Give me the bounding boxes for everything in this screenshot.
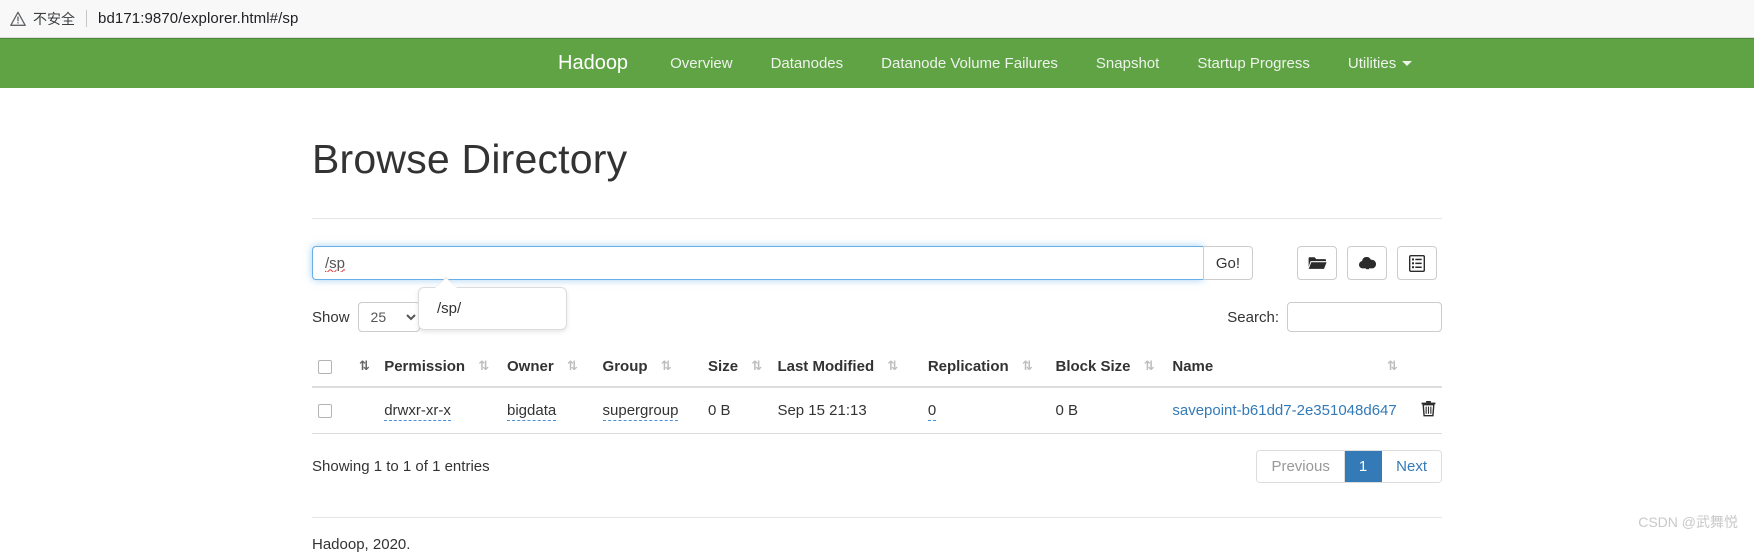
column-name-label: Name [1172, 358, 1214, 375]
column-last-modified-label: Last Modified [777, 358, 875, 375]
directory-listing-table: ⇅ Permission ⇅ Owner ⇅ Group ⇅ Size ⇅ La… [312, 350, 1442, 434]
pagination-next[interactable]: Next [1382, 451, 1441, 482]
sort-icon: ⇅ [751, 358, 762, 373]
file-name-link[interactable]: savepoint-b61dd7-2e351048d647 [1172, 402, 1396, 419]
nav-item-datanodes[interactable]: Datanodes [771, 55, 844, 72]
column-actions [1402, 350, 1442, 388]
table-header-row: ⇅ Permission ⇅ Owner ⇅ Group ⇅ Size ⇅ La… [312, 350, 1442, 388]
nav-item-utilities-label: Utilities [1347, 55, 1397, 72]
search-control: Search: [1227, 302, 1442, 332]
trash-icon [1421, 401, 1436, 420]
sort-icon: ⇅ [1386, 358, 1398, 373]
select-all-checkbox[interactable] [318, 360, 332, 375]
row-block-size-cell: 0 B [1049, 387, 1167, 434]
watermark-label: CSDN @武舞悦 [1638, 514, 1738, 530]
pagination-page-1[interactable]: 1 [1344, 451, 1383, 482]
main-navbar: Hadoop Overview Datanodes Datanode Volum… [0, 38, 1754, 88]
search-input[interactable] [1287, 302, 1442, 332]
nav-item-startup-progress[interactable]: Startup Progress [1197, 55, 1310, 72]
column-block-size[interactable]: Block Size ⇅ [1049, 350, 1167, 388]
sort-icon: ⇅ [660, 358, 672, 373]
footer-divider [312, 517, 1442, 518]
row-flags-cell [343, 387, 379, 434]
new-directory-button[interactable] [1297, 246, 1337, 280]
title-divider [312, 218, 1442, 219]
row-permission-cell: drwxr-xr-x [378, 387, 501, 434]
folder-open-icon [1308, 255, 1327, 271]
not-secure-label: 不安全 [33, 10, 75, 27]
sort-icon: ⇅ [1021, 358, 1033, 373]
table-body: drwxr-xr-x bigdata supergroup 0 B Sep 15… [312, 387, 1442, 434]
column-owner-label: Owner [507, 358, 554, 375]
column-select-all [312, 350, 344, 388]
footer-copyright: Hadoop, 2020. [312, 536, 411, 553]
nav-item-overview[interactable]: Overview [670, 55, 733, 72]
show-entries-select[interactable]: 25 50 100 [357, 302, 420, 332]
path-typeahead-dropdown: /sp/ [418, 277, 567, 330]
sort-icon: ⇅ [887, 358, 898, 373]
entries-info-label: Showing 1 to 1 of 1 entries [312, 458, 490, 475]
sort-icon: ⇅ [358, 358, 370, 373]
row-group-cell: supergroup [596, 387, 703, 434]
sort-icon: ⇅ [1143, 358, 1155, 373]
row-replication-cell: 0 [921, 387, 1050, 434]
pagination: Previous 1 Next [1256, 450, 1442, 483]
column-name[interactable]: Name ⇅ [1166, 350, 1403, 388]
column-permission-label: Permission [384, 358, 466, 375]
show-entries-label: Show [312, 308, 350, 326]
column-sort-flags[interactable]: ⇅ [343, 350, 379, 388]
page-title: Browse Directory [312, 136, 628, 182]
upload-files-button[interactable] [1347, 246, 1387, 280]
group-value[interactable]: supergroup [602, 402, 679, 421]
cloud-upload-icon [1358, 255, 1377, 271]
nav-item-snapshot[interactable]: Snapshot [1096, 55, 1159, 72]
cut-paste-button[interactable] [1397, 246, 1437, 280]
search-label: Search: [1227, 308, 1279, 326]
column-replication[interactable]: Replication ⇅ [921, 350, 1050, 388]
row-name-cell: savepoint-b61dd7-2e351048d647 [1166, 387, 1403, 434]
table-row: drwxr-xr-x bigdata supergroup 0 B Sep 15… [312, 387, 1442, 434]
permission-value[interactable]: drwxr-xr-x [384, 402, 451, 421]
column-owner[interactable]: Owner ⇅ [501, 350, 597, 388]
owner-value[interactable]: bigdata [507, 402, 557, 421]
column-size-label: Size [708, 358, 739, 375]
sort-icon: ⇅ [566, 358, 578, 373]
column-replication-label: Replication [927, 358, 1009, 375]
table-footer-row: Showing 1 to 1 of 1 entries Previous 1 N… [312, 450, 1442, 483]
omnibox-url[interactable]: bd171:9870/explorer.html#/sp [98, 10, 298, 27]
show-entries-control: Show 25 50 100 [312, 302, 420, 332]
nav-brand-hadoop[interactable]: Hadoop [558, 52, 628, 75]
browser-omnibox[interactable]: 不安全 bd171:9870/explorer.html#/sp [0, 0, 1754, 38]
omnibox-divider [86, 10, 87, 27]
chevron-down-icon [1402, 61, 1413, 66]
warning-triangle-icon [10, 11, 26, 27]
column-permission[interactable]: Permission ⇅ [378, 350, 501, 388]
nav-item-datanode-volume-failures[interactable]: Datanode Volume Failures [881, 55, 1058, 72]
nav-item-utilities[interactable]: Utilities [1347, 55, 1413, 72]
row-last-modified-cell: Sep 15 21:13 [771, 387, 922, 434]
column-last-modified[interactable]: Last Modified ⇅ [771, 350, 922, 388]
go-button[interactable]: Go! [1202, 246, 1253, 280]
replication-value[interactable]: 0 [927, 402, 937, 421]
column-size[interactable]: Size ⇅ [702, 350, 772, 388]
column-group-label: Group [602, 358, 648, 375]
list-clipboard-icon [1409, 254, 1425, 272]
pagination-previous[interactable]: Previous [1257, 451, 1345, 482]
delete-row-button[interactable] [1421, 400, 1436, 417]
path-action-buttons [1297, 246, 1437, 280]
path-bar-row: Go! [312, 246, 1442, 330]
sort-icon: ⇅ [478, 358, 489, 373]
row-owner-cell: bigdata [501, 387, 597, 434]
typeahead-item[interactable]: /sp/ [419, 298, 566, 319]
table-header: ⇅ Permission ⇅ Owner ⇅ Group ⇅ Size ⇅ La… [312, 350, 1442, 388]
column-group[interactable]: Group ⇅ [596, 350, 703, 388]
path-input-group: Go! [312, 246, 1253, 280]
directory-path-input[interactable] [312, 246, 1203, 280]
row-checkbox[interactable] [318, 404, 332, 419]
column-block-size-label: Block Size [1055, 358, 1131, 375]
row-select-cell [312, 387, 344, 434]
row-size-cell: 0 B [702, 387, 772, 434]
page-container: Browse Directory Go! [312, 88, 1442, 553]
row-actions-cell [1402, 387, 1442, 434]
